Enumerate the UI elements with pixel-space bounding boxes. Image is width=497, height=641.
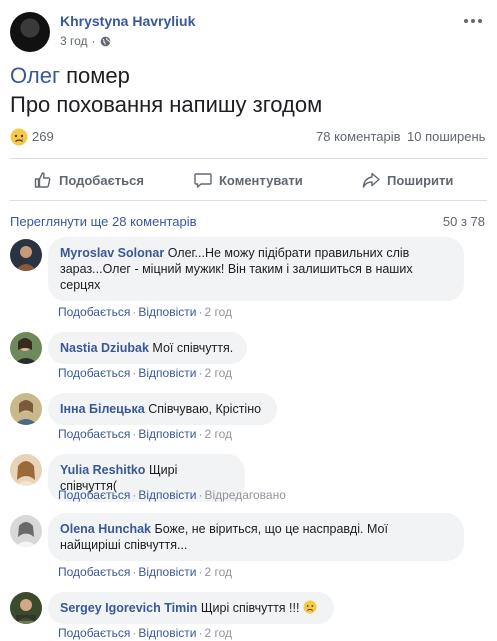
comment-bubble: Інна Білецька Співчуваю, Крістіно — [48, 393, 277, 425]
comment-reply-link[interactable]: Відповісти — [138, 366, 196, 380]
comment-time[interactable]: 2 год — [204, 565, 232, 579]
divider — [10, 158, 487, 159]
sad-emoji-icon — [303, 600, 317, 614]
commenter-avatar[interactable] — [10, 239, 42, 271]
comment-actions: Подобається · Відповісти · 2 год — [58, 305, 232, 319]
comment-actions: Подобається · Відповісти · 2 год — [58, 366, 232, 380]
comment-actions: Подобається · Відповісти · 2 год — [58, 427, 232, 441]
sad-reaction-icon[interactable] — [10, 128, 28, 146]
comment-like-link[interactable]: Подобається — [58, 626, 130, 640]
commenter-avatar[interactable] — [10, 515, 42, 547]
commenter-name[interactable]: Інна Білецька — [60, 402, 145, 416]
more-options-icon[interactable] — [461, 14, 485, 28]
commenter-avatar[interactable] — [10, 332, 42, 364]
comment-text: Мої співчуття. — [152, 341, 234, 355]
commenter-avatar[interactable] — [10, 592, 42, 624]
comment-bubble: Sergey Igorevich Timin Щирі співчуття !!… — [48, 592, 334, 624]
view-more-comments-link[interactable]: Переглянути ще 28 коментарів — [10, 214, 197, 229]
divider — [10, 200, 487, 201]
share-icon — [362, 172, 380, 188]
comments-count[interactable]: 78 коментарів — [316, 129, 401, 144]
mention-link[interactable]: Олег — [10, 63, 60, 88]
comment-like-link[interactable]: Подобається — [58, 565, 130, 579]
comment-bubble: Myroslav Solonar Олег...Не можу підібрат… — [48, 237, 464, 301]
comment-like-link[interactable]: Подобається — [58, 366, 130, 380]
comment-text: Щирі співчуття !!! — [200, 601, 300, 615]
commenter-avatar[interactable] — [10, 454, 42, 486]
commenter-name[interactable]: Myroslav Solonar — [60, 246, 164, 260]
author-name[interactable]: Khrystyna Havryliuk — [60, 13, 195, 29]
comment-bubble: Nastia Dziubak Мої співчуття. — [48, 332, 247, 364]
comment-reply-link[interactable]: Відповісти — [138, 488, 196, 502]
comment-label: Коментувати — [219, 172, 303, 188]
comment-like-link[interactable]: Подобається — [58, 305, 130, 319]
comment-like-link[interactable]: Подобається — [58, 488, 130, 502]
comment-time[interactable]: 2 год — [204, 626, 232, 640]
comment-like-link[interactable]: Подобається — [58, 427, 130, 441]
comment-reply-link[interactable]: Відповісти — [138, 427, 196, 441]
author-avatar[interactable] — [10, 12, 50, 52]
commenter-name[interactable]: Olena Hunchak — [60, 522, 151, 536]
commenter-name[interactable]: Yulia Reshitko — [60, 463, 145, 477]
post-meta: 3 год · — [60, 34, 111, 48]
comment-time[interactable]: 2 год — [204, 366, 232, 380]
post-time[interactable]: 3 год — [60, 34, 88, 48]
comment-actions: Подобається · Відповісти · 2 год — [58, 565, 232, 579]
comment-bubble: Olena Hunchak Боже, не віриться, що це н… — [48, 513, 464, 561]
comment-reply-link[interactable]: Відповісти — [138, 305, 196, 319]
share-button[interactable]: Поширити — [361, 163, 453, 197]
commenter-name[interactable]: Sergey Igorevich Timin — [60, 601, 197, 615]
comment-time[interactable]: 2 год — [204, 305, 232, 319]
comment-actions: Подобається · Відповісти · Відредаговано — [58, 488, 286, 502]
like-label: Подобається — [59, 172, 144, 188]
comment-edited-label[interactable]: Відредаговано — [204, 488, 285, 502]
comment-reply-link[interactable]: Відповісти — [138, 626, 196, 640]
share-label: Поширити — [387, 172, 454, 188]
comment-reply-link[interactable]: Відповісти — [138, 565, 196, 579]
reaction-count[interactable]: 269 — [32, 129, 54, 144]
comment-actions: Подобається · Відповісти · 2 год — [58, 626, 232, 640]
comments-pager: 50 з 78 — [442, 214, 485, 229]
commenter-name[interactable]: Nastia Dziubak — [60, 341, 149, 355]
like-button[interactable]: Подобається — [33, 163, 144, 197]
comment-text: Співчуваю, Крістіно — [148, 402, 262, 416]
comment-time[interactable]: 2 год — [204, 427, 232, 441]
thumbs-up-icon — [34, 172, 51, 188]
post-text-line-1: Олег помер — [10, 62, 130, 90]
post-text-line-2: Про поховання напишу згодом — [10, 92, 323, 117]
comment-icon — [194, 173, 212, 188]
comment-button[interactable]: Коментувати — [193, 163, 303, 197]
shares-count[interactable]: 10 поширень — [407, 129, 485, 144]
post-text-rest: помер — [59, 63, 130, 88]
meta-dot: · — [91, 34, 96, 48]
globe-icon — [100, 36, 110, 46]
commenter-avatar[interactable] — [10, 393, 42, 425]
